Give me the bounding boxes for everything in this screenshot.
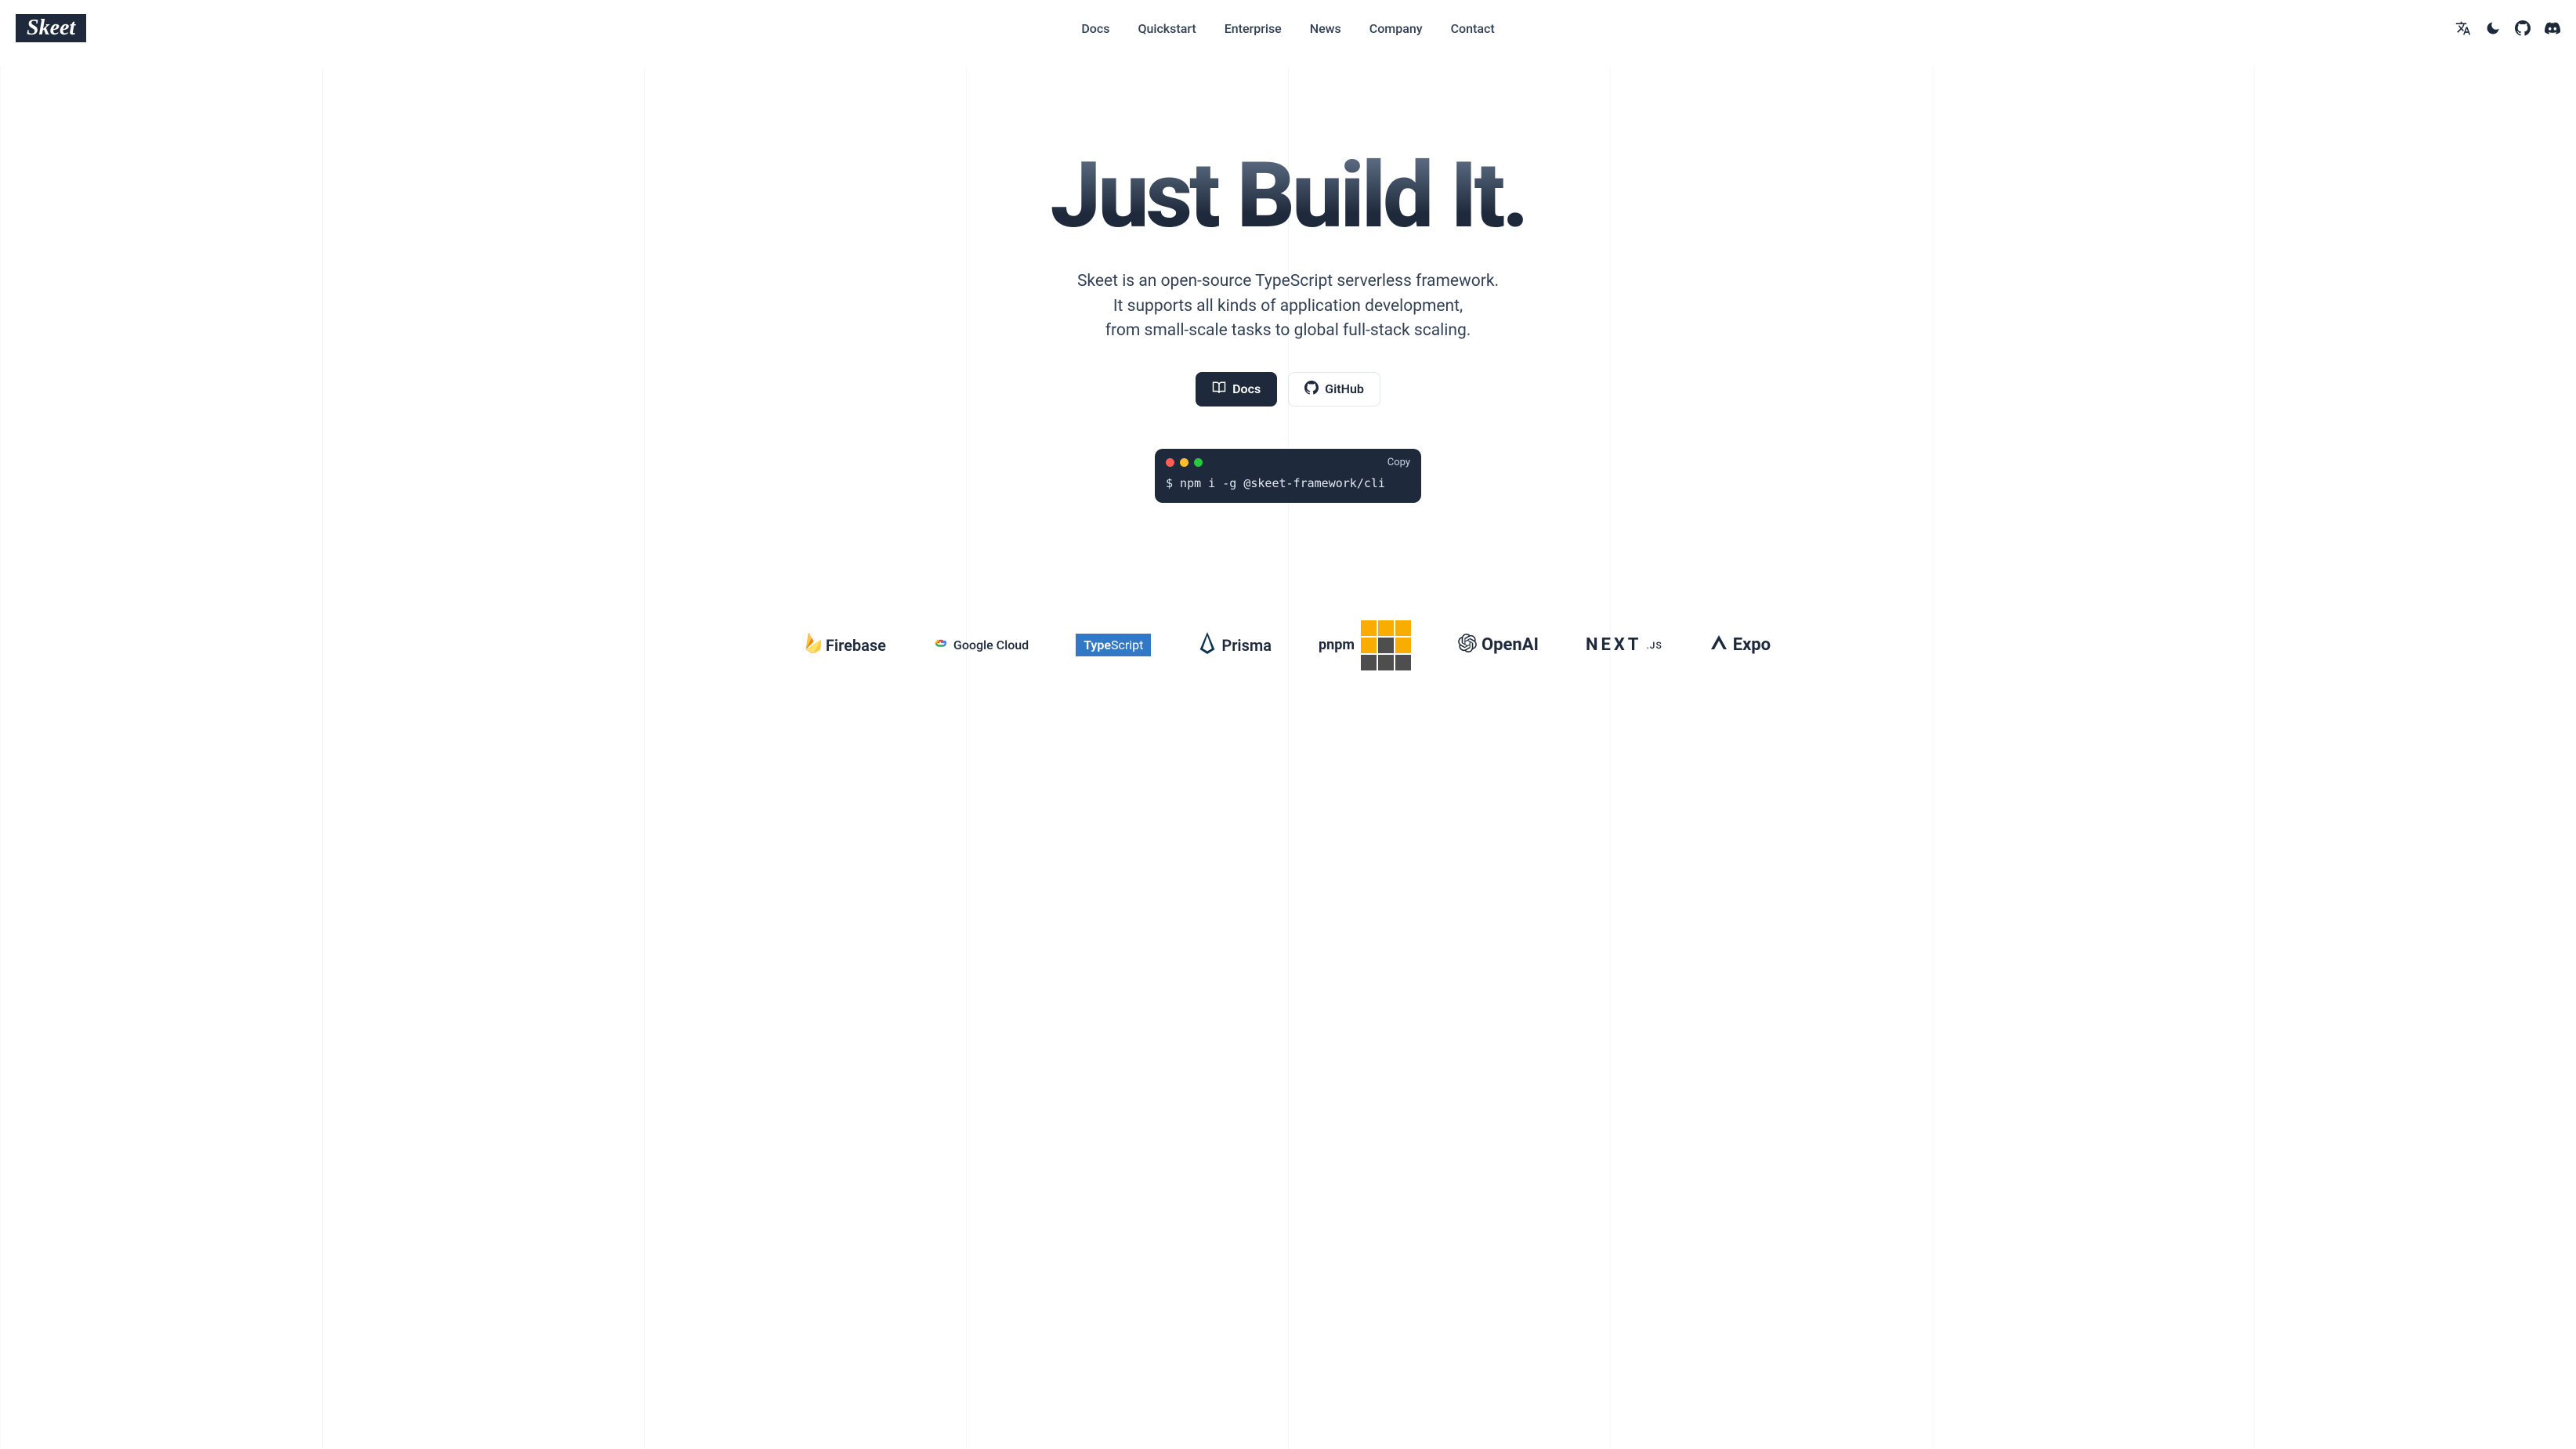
- prisma-label: Prisma: [1221, 636, 1272, 655]
- hero-subtitle: Skeet is an open-source TypeScript serve…: [1077, 269, 1499, 344]
- openai-logo: OpenAI: [1458, 634, 1539, 656]
- prisma-logo: Prisma: [1198, 632, 1272, 658]
- typescript-suffix: Script: [1111, 638, 1143, 652]
- nextjs-suffix: .JS: [1646, 640, 1662, 651]
- terminal-window: Copy $ npm i -g @skeet-framework/cli: [1155, 449, 1421, 503]
- expo-logo: Expo: [1709, 634, 1771, 656]
- docs-button-label: Docs: [1232, 381, 1261, 396]
- window-controls: [1166, 458, 1203, 467]
- minimize-dot-icon: [1180, 458, 1189, 467]
- github-icon[interactable]: [2515, 20, 2531, 36]
- github-button[interactable]: GitHub: [1288, 372, 1380, 407]
- prisma-icon: [1198, 632, 1217, 658]
- github-icon: [1304, 381, 1319, 398]
- logo[interactable]: Skeet: [16, 14, 86, 42]
- site-header: Skeet Docs Quickstart Enterprise News Co…: [0, 0, 2576, 56]
- openai-label: OpenAI: [1482, 635, 1539, 655]
- tech-logos-row: Firebase Google Cloud TypeScript Prisma …: [774, 620, 1802, 670]
- terminal-command: $ npm i -g @skeet-framework/cli: [1155, 473, 1421, 503]
- hero-title: Just Build It.: [1050, 150, 1525, 241]
- pnpm-logo: pnpm: [1319, 620, 1411, 670]
- subtitle-line-3: from small-scale tasks to global full-st…: [1077, 319, 1499, 344]
- nav-docs[interactable]: Docs: [1081, 21, 1109, 36]
- language-icon[interactable]: [2455, 20, 2471, 36]
- google-cloud-logo: Google Cloud: [933, 636, 1029, 655]
- firebase-label: Firebase: [826, 636, 886, 655]
- header-icons: [2455, 20, 2560, 36]
- typescript-prefix: Type: [1084, 638, 1111, 652]
- nextjs-prefix: NEXT: [1586, 635, 1642, 655]
- nav-contact[interactable]: Contact: [1451, 21, 1495, 36]
- hero-section: Just Build It. Skeet is an open-source T…: [0, 56, 2576, 670]
- book-icon: [1212, 381, 1226, 398]
- main-nav: Docs Quickstart Enterprise News Company …: [1081, 21, 1494, 36]
- close-dot-icon: [1166, 458, 1174, 467]
- nav-quickstart[interactable]: Quickstart: [1138, 21, 1196, 36]
- subtitle-line-1: Skeet is an open-source TypeScript serve…: [1077, 269, 1499, 294]
- google-cloud-label: Google Cloud: [953, 638, 1029, 652]
- pnpm-icon: [1361, 620, 1411, 670]
- nav-news[interactable]: News: [1310, 21, 1341, 36]
- openai-icon: [1458, 634, 1477, 656]
- nav-company[interactable]: Company: [1369, 21, 1423, 36]
- dark-mode-icon[interactable]: [2485, 20, 2501, 36]
- expo-label: Expo: [1733, 635, 1771, 655]
- google-cloud-icon: [933, 636, 949, 655]
- nav-enterprise[interactable]: Enterprise: [1225, 21, 1282, 36]
- firebase-icon: [805, 633, 821, 657]
- firebase-logo: Firebase: [805, 633, 886, 657]
- copy-button[interactable]: Copy: [1387, 457, 1410, 468]
- expo-icon: [1709, 634, 1728, 656]
- discord-icon[interactable]: [2545, 20, 2560, 36]
- docs-button[interactable]: Docs: [1196, 372, 1277, 407]
- pnpm-label: pnpm: [1319, 637, 1355, 653]
- typescript-logo: TypeScript: [1076, 634, 1151, 656]
- terminal-header: Copy: [1155, 449, 1421, 473]
- subtitle-line-2: It supports all kinds of application dev…: [1077, 294, 1499, 320]
- cta-row: Docs GitHub: [1196, 372, 1380, 407]
- github-button-label: GitHub: [1325, 381, 1364, 396]
- nextjs-logo: NEXT .JS: [1586, 635, 1662, 655]
- maximize-dot-icon: [1194, 458, 1203, 467]
